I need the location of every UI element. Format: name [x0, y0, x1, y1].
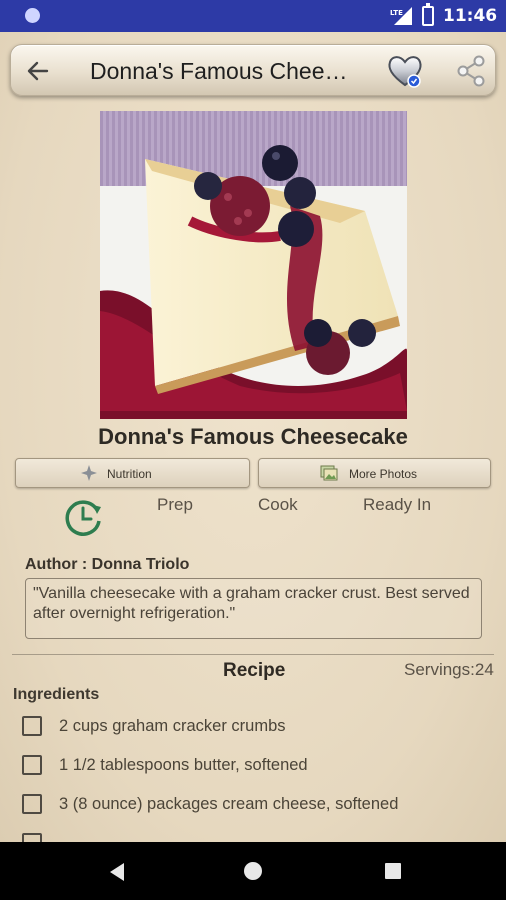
clock-refresh-icon	[65, 500, 101, 536]
toolbar: Donna's Famous Chee…	[10, 44, 496, 96]
nav-recents-icon[interactable]	[385, 863, 401, 879]
more-photos-button[interactable]: More Photos	[258, 458, 491, 488]
svg-text:LTE: LTE	[390, 9, 403, 17]
servings-label[interactable]: Servings:24	[404, 660, 494, 680]
ingredient-text: 3 (8 ounce) packages cream cheese, softe…	[59, 795, 399, 813]
description-box: "Vanilla cheesecake with a graham cracke…	[25, 578, 482, 639]
page-background: Donna's Famous Chee… Donna's Famous Chee…	[0, 32, 506, 842]
photos-icon	[320, 465, 338, 481]
more-photos-label: More Photos	[349, 467, 418, 481]
ingredient-checkbox[interactable]	[22, 794, 42, 814]
navigation-bar	[0, 842, 506, 900]
ingredient-item[interactable]: 1 1/2 tablespoons butter, softened	[0, 755, 506, 791]
prep-label: Prep	[157, 495, 193, 514]
notification-dot-icon	[25, 8, 40, 23]
nutrition-label: Nutrition	[107, 467, 152, 481]
lte-signal-icon: LTE	[390, 7, 412, 25]
ingredient-text: 2 cups graham cracker crumbs	[59, 717, 286, 735]
ingredient-item[interactable]	[0, 833, 506, 842]
author-label: Author : Donna Triolo	[25, 556, 190, 573]
nav-home-icon[interactable]	[244, 862, 262, 880]
arrow-left-icon[interactable]	[25, 58, 51, 84]
cook-label: Cook	[258, 495, 298, 514]
battery-icon	[422, 3, 434, 26]
status-time: 11:46	[443, 6, 498, 26]
status-bar: LTE 11:46	[0, 0, 506, 32]
recipe-photo	[100, 111, 407, 419]
nav-back-icon[interactable]	[108, 862, 126, 882]
ingredient-item[interactable]: 3 (8 ounce) packages cream cheese, softe…	[0, 794, 506, 830]
ingredient-checkbox[interactable]	[22, 833, 42, 842]
toolbar-title: Donna's Famous Chee…	[90, 58, 348, 84]
ingredient-item[interactable]: 2 cups graham cracker crumbs	[0, 716, 506, 752]
ingredient-text: 1 1/2 tablespoons butter, softened	[59, 756, 308, 774]
heart-icon[interactable]	[385, 51, 425, 91]
sparkle-icon	[81, 465, 97, 481]
divider	[12, 654, 494, 655]
ingredients-heading: Ingredients	[13, 686, 100, 703]
recipe-title: Donna's Famous Cheesecake	[98, 424, 408, 449]
share-icon[interactable]	[455, 55, 487, 87]
ingredient-checkbox[interactable]	[22, 755, 42, 775]
nutrition-button[interactable]: Nutrition	[15, 458, 250, 488]
recipe-heading: Recipe	[223, 660, 286, 681]
ingredient-checkbox[interactable]	[22, 716, 42, 736]
ready-in-label: Ready In	[363, 495, 432, 514]
